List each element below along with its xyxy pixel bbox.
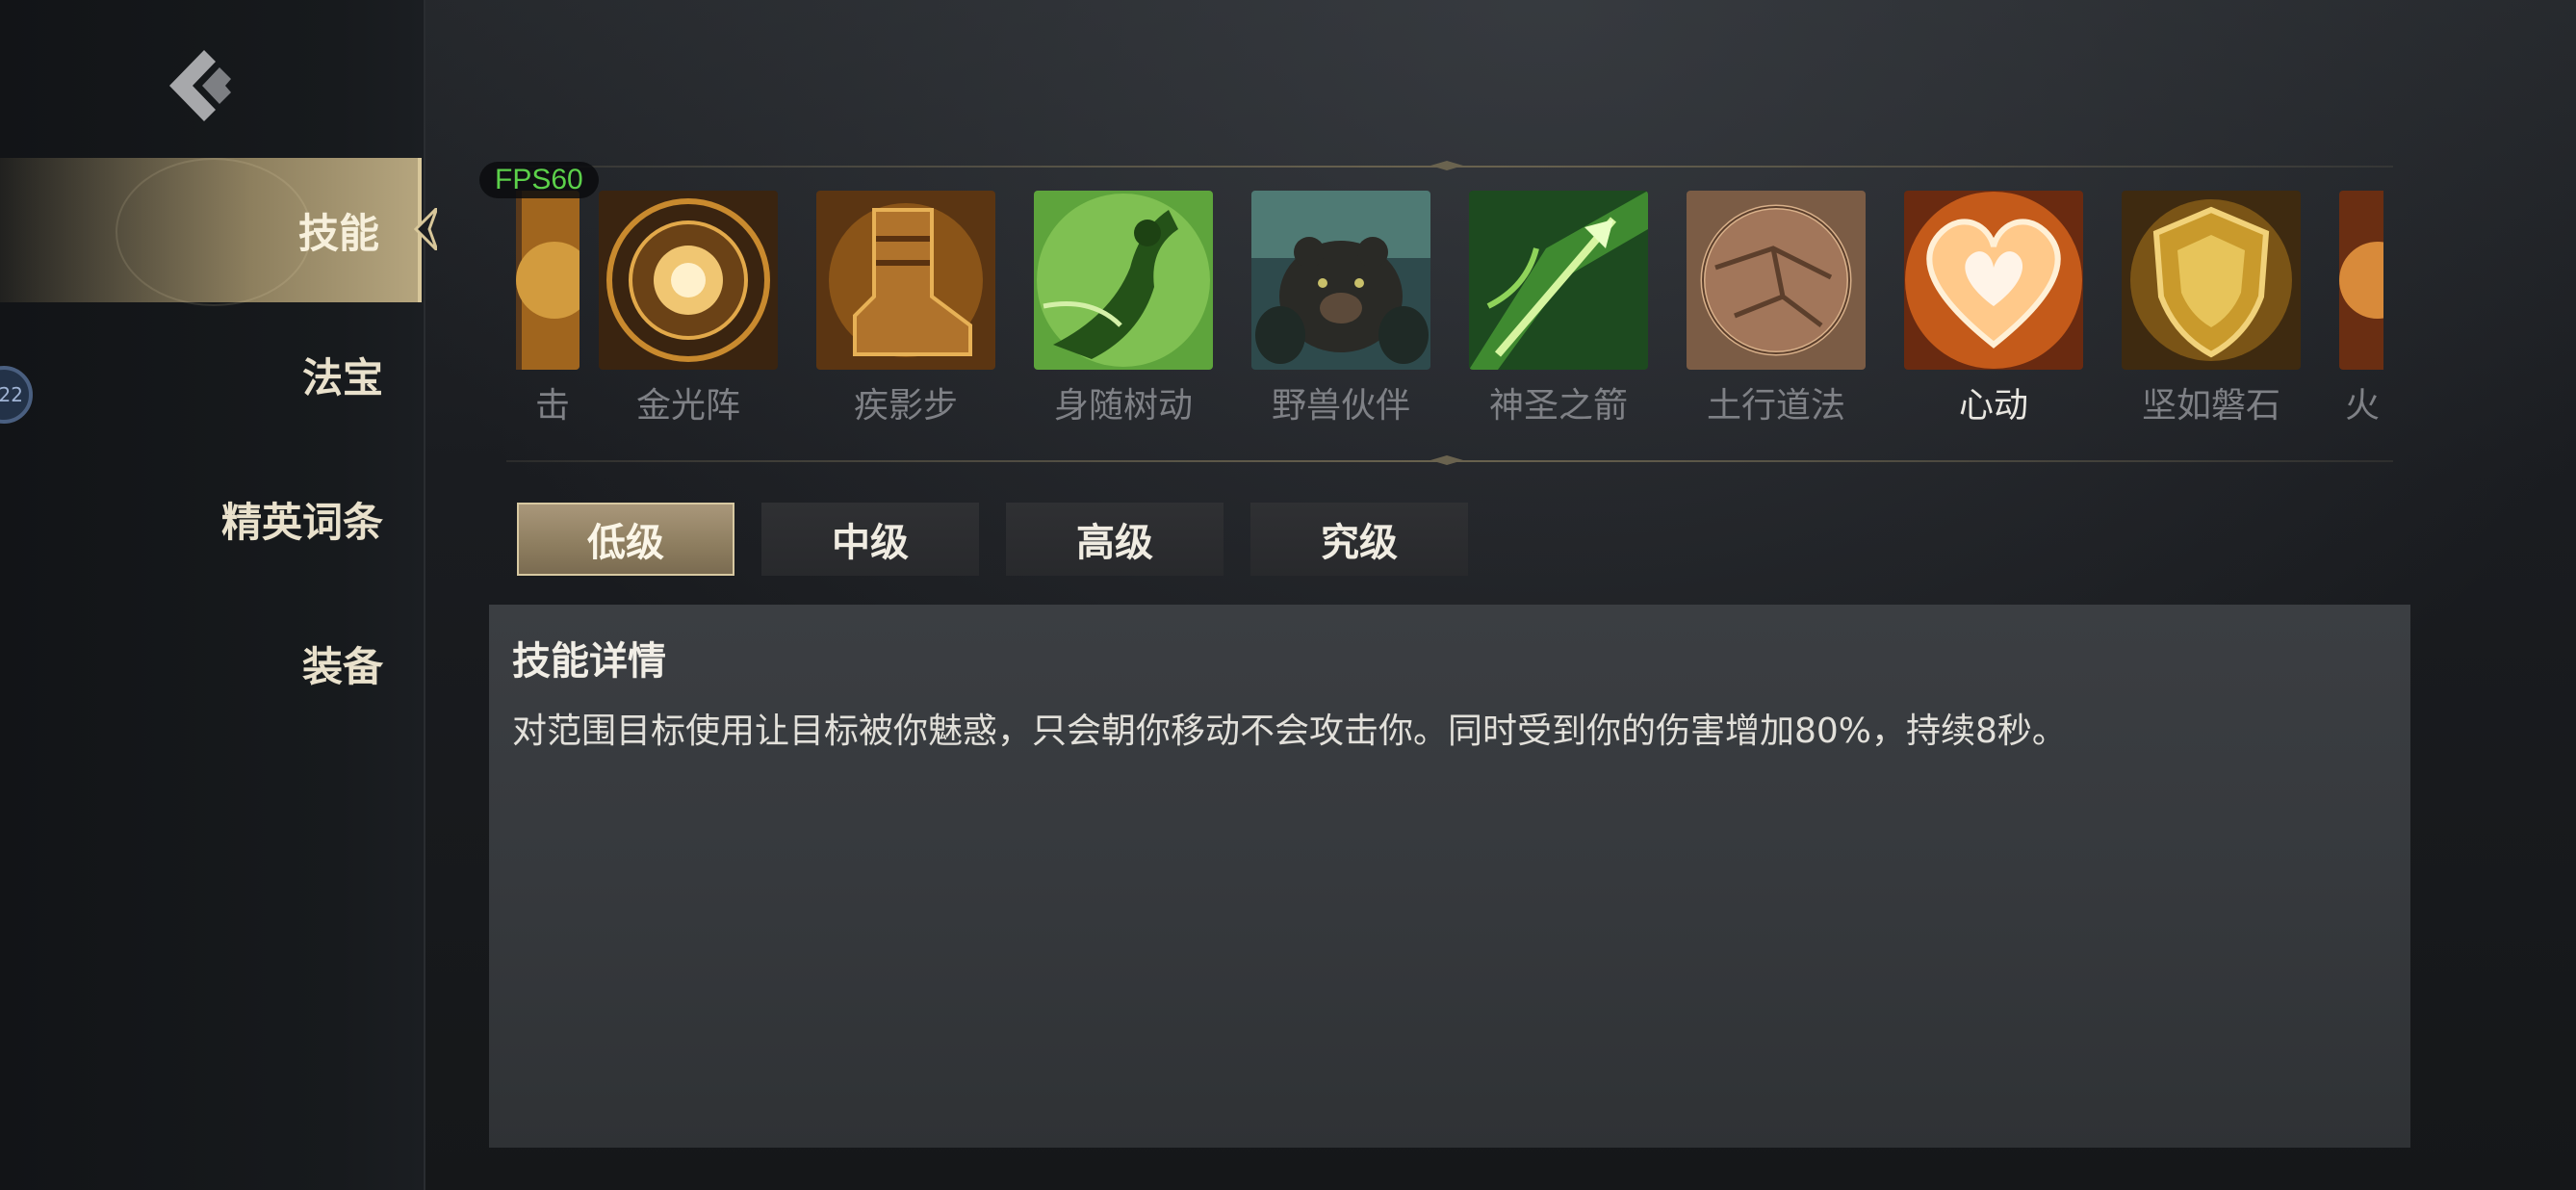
skill-item[interactable]: 土行道法 [1687,191,1866,422]
arrow-icon [1469,191,1648,370]
skill-item[interactable]: 坚如磐石 [2122,191,2301,422]
sidebar-item-treasure[interactable]: 法宝 [0,302,422,447]
heart-icon [1904,191,2083,370]
skill-label: 坚如磐石 [2141,386,2280,422]
divider-ornament-icon [1430,455,1463,465]
tab-high-level[interactable]: 高级 [1006,503,1224,576]
skill-screen: 技能 法宝 精英词条 装备 22 击 金光阵 疾影步 身随树动 野兽伙伴 神圣之… [0,0,2576,1190]
nav-selected-arrow-icon [413,208,437,250]
skill-label: 心动 [1958,386,2028,422]
golden-circle-icon [599,191,778,370]
skill-label: 击 [534,386,570,422]
skill-detail-title: 技能详情 [512,639,666,684]
skill-label: 疾影步 [853,386,958,422]
bear-icon [1251,191,1430,370]
sidebar-item-label: 法宝 [301,353,383,401]
sidebar-item-label: 装备 [301,642,383,690]
sidebar-item-equipment[interactable]: 装备 [0,591,422,736]
sidebar: 技能 法宝 精英词条 装备 22 [0,0,437,1190]
tab-mid-level[interactable]: 中级 [761,503,979,576]
skill-detail-text: 对范围目标使用让目标被你魅惑，只会朝你移动不会攻击你。同时受到你的伤害增加80%… [512,711,2067,751]
skills-row[interactable]: 击 金光阵 疾影步 身随树动 野兽伙伴 神圣之箭 土行道法 心动 坚如磐石 火 [516,191,2383,422]
skill-label: 身随树动 [1053,386,1193,422]
skill-label: 土行道法 [1706,386,1845,422]
skill-item[interactable]: 金光阵 [599,191,778,422]
sidebar-item-elite-affix[interactable]: 精英词条 [0,447,422,591]
skill-item[interactable]: 火 [2339,191,2383,422]
sidebar-item-skills[interactable]: 技能 [0,158,437,306]
partial-skill-icon [516,191,580,370]
skill-label: 金光阵 [635,386,740,422]
sidebar-item-label: 精英词条 [220,498,383,546]
skill-label: 神圣之箭 [1488,386,1628,422]
earth-orb-icon [1687,191,1866,370]
skill-item-selected[interactable]: 心动 [1904,191,2083,422]
tab-low-level[interactable]: 低级 [517,503,734,576]
tab-ultimate-level[interactable]: 究级 [1250,503,1468,576]
skill-item[interactable]: 野兽伙伴 [1251,191,1430,422]
boot-icon [816,191,995,370]
skill-label: 野兽伙伴 [1271,386,1410,422]
fps-counter: FPS60 [479,162,599,198]
skill-item[interactable]: 疾影步 [816,191,995,422]
skill-detail-panel: 技能详情 对范围目标使用让目标被你魅惑，只会朝你移动不会攻击你。同时受到你的伤害… [489,605,2410,1148]
partial-fire-icon [2339,191,2383,370]
back-arrow-icon [169,50,231,121]
side-badge-text: 22 [0,383,23,406]
skill-item[interactable]: 击 [516,191,580,422]
skill-item[interactable]: 神圣之箭 [1469,191,1648,422]
skill-item[interactable]: 身随树动 [1034,191,1213,422]
leaping-figure-icon [1034,191,1213,370]
back-button[interactable] [166,46,239,125]
skill-label: 火 [2345,386,2381,422]
shield-icon [2122,191,2301,370]
divider-ornament-icon [1430,161,1463,170]
nav-active-decoration [116,158,312,306]
